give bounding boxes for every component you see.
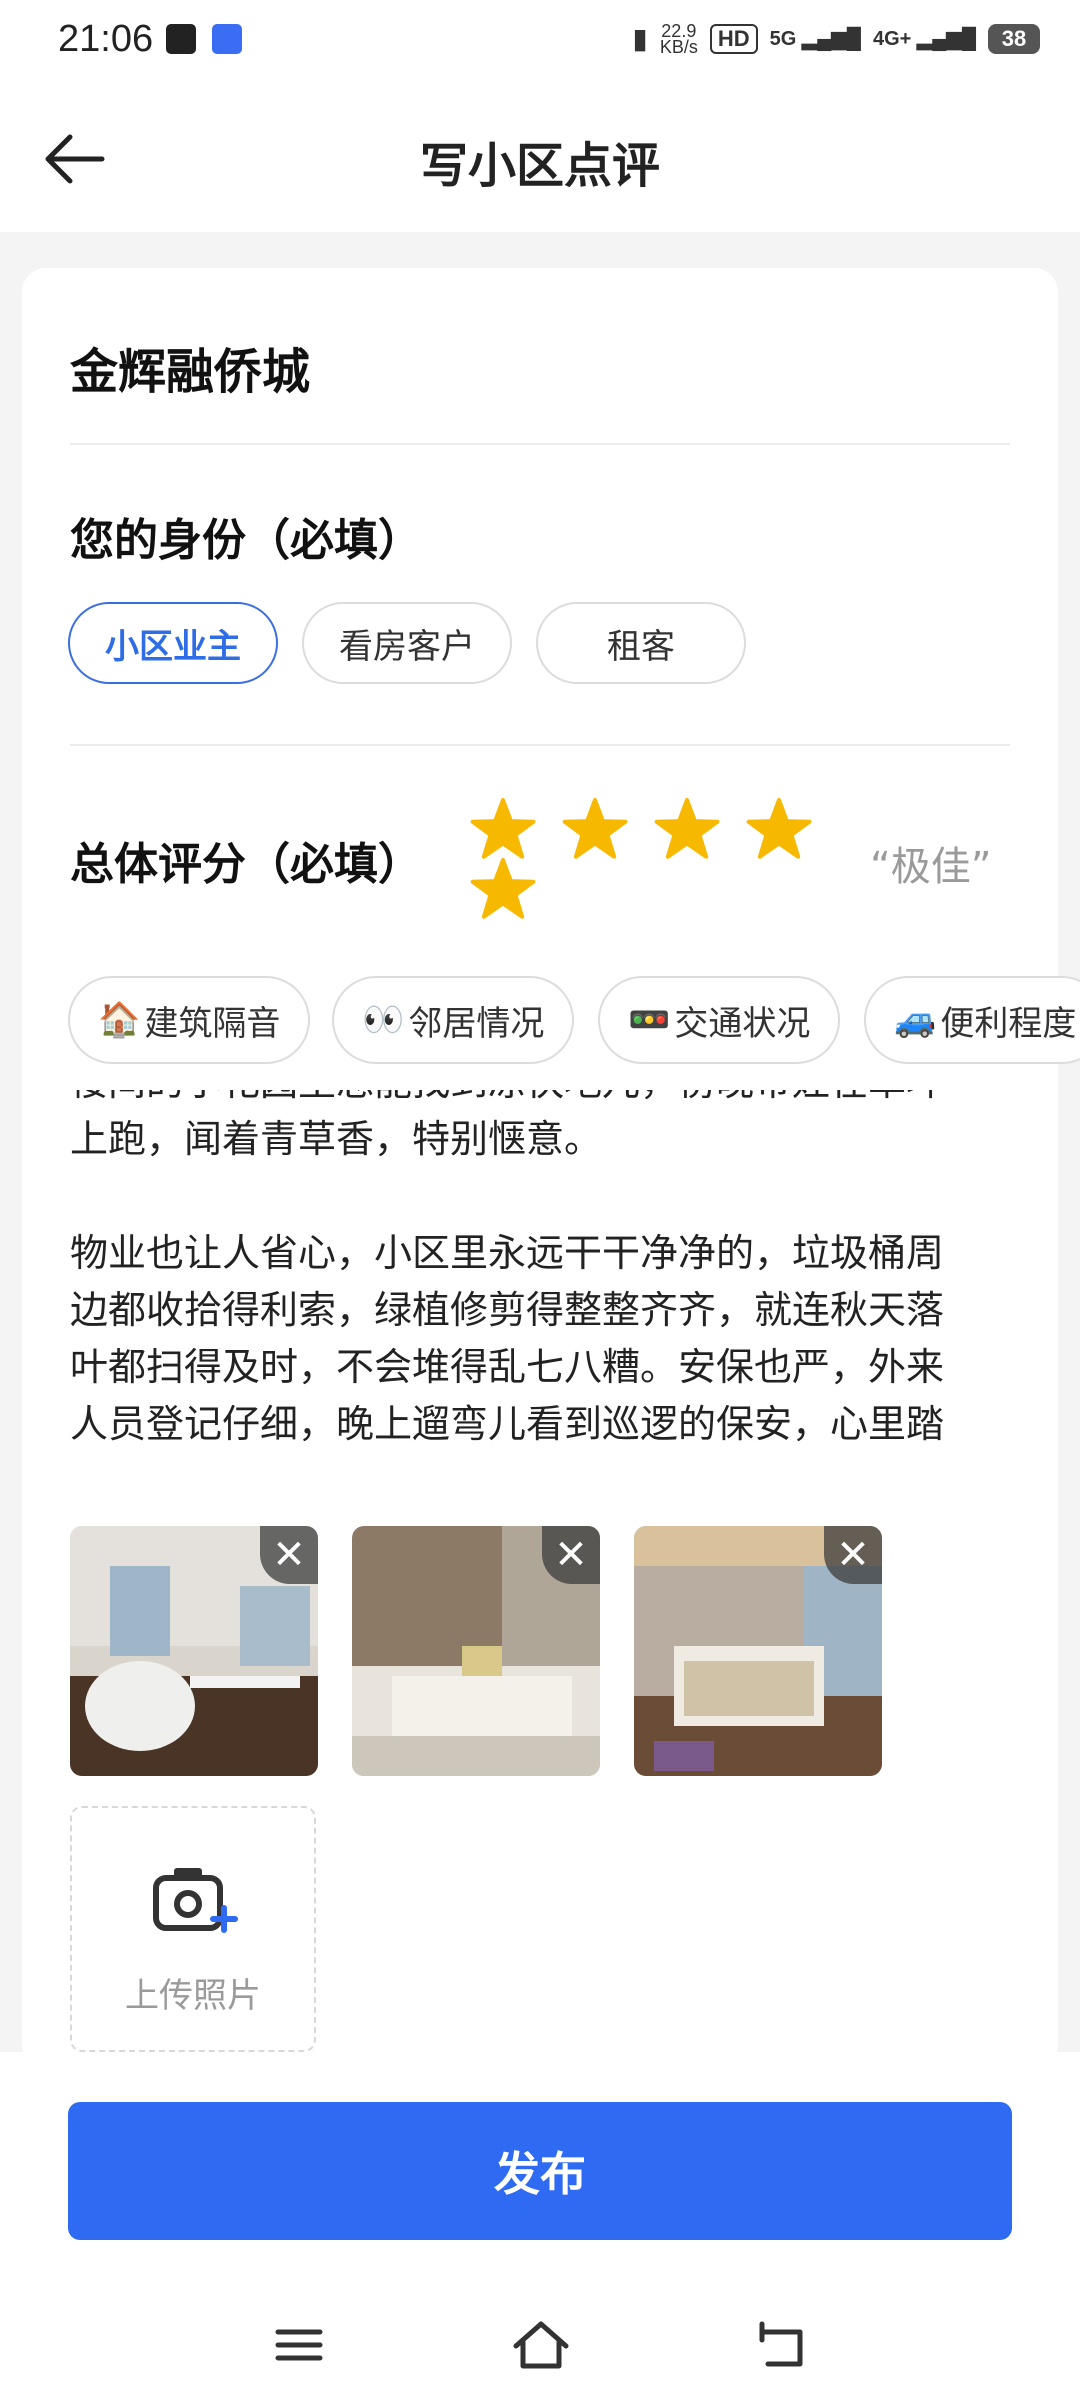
review-line: 人员登记仔细，晚上遛弯儿看到巡逻的保安，心里踏 xyxy=(70,1402,945,1446)
delete-photo-button[interactable]: ✕ xyxy=(824,1526,882,1584)
eyes-icon: 👀 xyxy=(362,1000,405,1040)
identity-option-viewer[interactable]: 看房客户 xyxy=(302,602,512,684)
back-nav-icon xyxy=(759,2321,803,2367)
signal-5g-icon: 5G ▂▄▆█ xyxy=(769,28,861,50)
upload-photo-button[interactable]: 上传照片 xyxy=(70,1806,316,2052)
home-icon xyxy=(513,2321,569,2369)
hd-icon: HD xyxy=(709,23,758,54)
chat-app-icon xyxy=(212,24,242,54)
menu-nav-button[interactable] xyxy=(264,2310,334,2380)
publish-button[interactable]: 发布 xyxy=(68,2102,1012,2240)
system-nav-bar xyxy=(0,2302,1080,2392)
status-indicators: ▮ 22.9 KB/s HD 5G ▂▄▆█ 4G+ ▂▄▆█ 38 xyxy=(632,20,1040,57)
bed-frame-photo[interactable]: ✕ xyxy=(634,1526,882,1776)
tag-traffic[interactable]: 🚥 交通状况 xyxy=(598,976,840,1064)
delete-photo-button[interactable]: ✕ xyxy=(260,1526,318,1584)
rating-title: 总体评分（必填） xyxy=(70,839,422,890)
rating-star-4[interactable] xyxy=(746,796,812,862)
home-nav-button[interactable] xyxy=(506,2310,576,2380)
community-name: 金辉融侨城 xyxy=(70,344,311,400)
identity-option-tenant[interactable]: 租客 xyxy=(536,602,746,684)
net-speed: 22.9 KB/s xyxy=(659,20,698,57)
camera-plus-icon xyxy=(153,1868,238,1933)
header: 写小区点评 xyxy=(0,84,1080,232)
menu-icon xyxy=(275,2329,323,2361)
identity-option-owner[interactable]: 小区业主 xyxy=(68,602,278,684)
house-icon: 🏠 xyxy=(98,1000,141,1040)
tag-convenience[interactable]: 🚙 便利程度 xyxy=(864,976,1080,1064)
divider xyxy=(70,744,1010,746)
back-nav-button[interactable] xyxy=(746,2310,816,2380)
bedroom-photo[interactable]: ✕ xyxy=(70,1526,318,1776)
rating-star-1[interactable] xyxy=(470,796,536,862)
aspect-tags: 🏠 建筑隔音 👀 邻居情况 🚥 交通状况 🚙 便利程度 xyxy=(68,976,1080,1066)
review-line: 叶都扫得及时，不会堆得乱七八糟。安保也严，外来 xyxy=(70,1345,945,1389)
delete-photo-button[interactable]: ✕ xyxy=(542,1526,600,1584)
review-line: 物业也让人省心，小区里永远干干净净的，垃圾桶周 xyxy=(70,1231,945,1275)
identity-title: 您的身份（必填） xyxy=(70,515,422,566)
upload-photo-label: 上传照片 xyxy=(125,1976,261,2016)
status-time: 21:06 xyxy=(58,18,154,60)
review-line: 楼间的小花园里总能找到凉快地儿，傍晚带娃在草坪 xyxy=(70,1090,1020,1111)
rating-star-5[interactable] xyxy=(470,856,536,922)
divider xyxy=(70,443,1010,445)
battery-icon: 38 xyxy=(988,23,1040,54)
rating-star-3[interactable] xyxy=(654,796,720,862)
review-line: 边都收拾得利索，绿植修剪得整整齐齐，就连秋天落 xyxy=(70,1288,945,1332)
bathroom-photo[interactable]: ✕ xyxy=(352,1526,600,1776)
status-bar: 21:06 ▮ 22.9 KB/s HD 5G ▂▄▆█ 4G+ ▂▄▆█ 38 xyxy=(0,0,1080,84)
rating-star-2[interactable] xyxy=(562,796,628,862)
review-line: 上跑，闻着青草香，特别惬意。 xyxy=(70,1117,603,1161)
rating-label: “极佳” xyxy=(870,844,992,890)
page-title: 写小区点评 xyxy=(419,138,660,194)
soul-app-icon xyxy=(166,24,196,54)
car-icon: 🚙 xyxy=(894,1000,937,1040)
tag-neighbors[interactable]: 👀 邻居情况 xyxy=(332,976,574,1064)
tag-sound-insulation[interactable]: 🏠 建筑隔音 xyxy=(68,976,310,1064)
signal-4g-icon: 4G+ ▂▄▆█ xyxy=(872,28,976,50)
vibrate-icon: ▮ xyxy=(632,23,648,54)
review-textarea[interactable]: 楼间的小花园里总能找到凉快地儿，傍晚带娃在草坪 上跑，闻着青草香，特别惬意。 物… xyxy=(70,1090,1020,1480)
bottom-bar: 发布 xyxy=(0,2052,1080,2408)
traffic-light-icon: 🚥 xyxy=(628,1000,671,1040)
